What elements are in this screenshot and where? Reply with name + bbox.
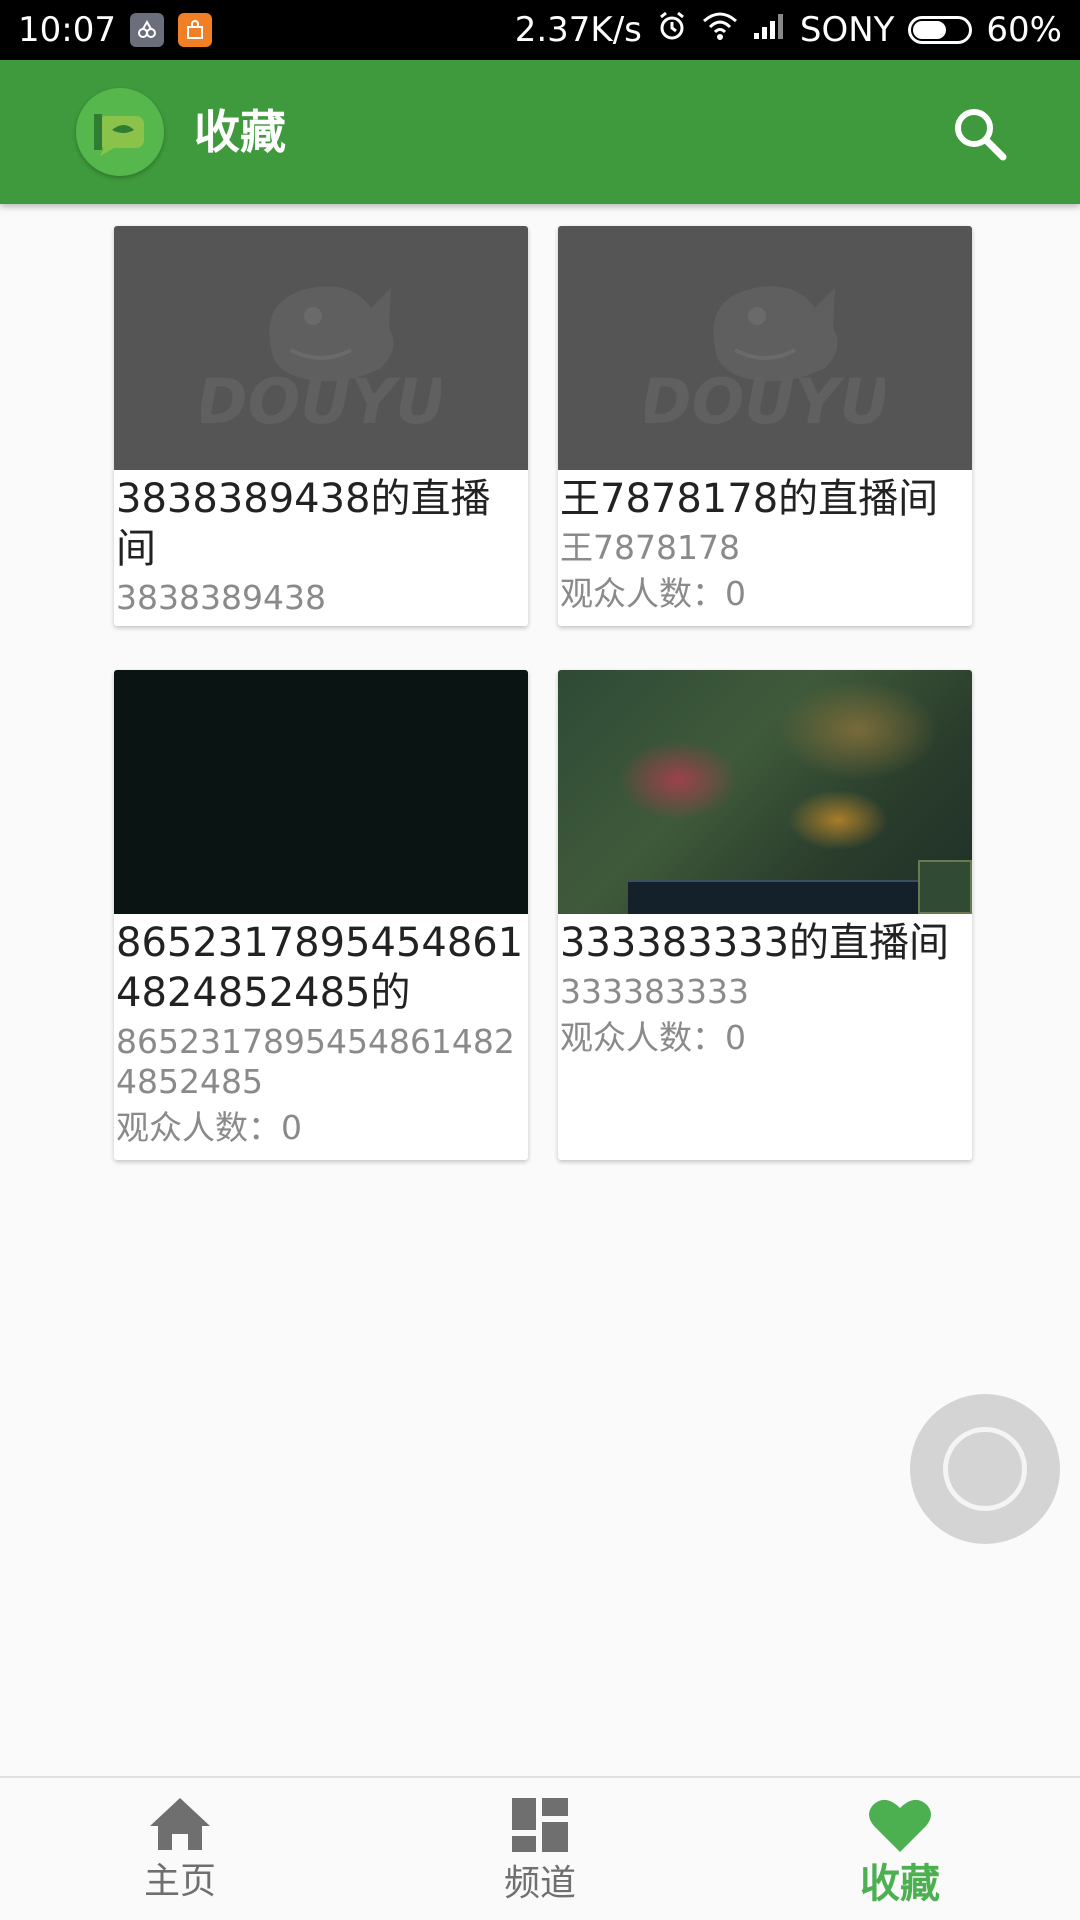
viewer-count: 观众人数：0 [560,1018,746,1057]
screen: 10:07 2.37K/s SONY 60% 收藏 DOUYU 38383894… [0,0,1080,1920]
home-icon [150,1798,210,1850]
search-button[interactable] [948,102,1012,166]
status-bar: 10:07 2.37K/s SONY 60% [0,0,1080,60]
alarm-icon [656,10,688,51]
app-logo-icon[interactable] [76,88,164,176]
nav-label: 频道 [503,1863,576,1904]
app-badge-icon [129,13,164,47]
stream-thumbnail: DOUYU [558,226,972,470]
douyu-watermark: DOUYU [201,365,441,438]
stream-title: 3838389438的直播间 [116,476,491,572]
viewer-count: 观众人数：0 [560,574,746,613]
stream-owner: 王7878178 [560,528,740,567]
stream-title: 王7878178的直播间 [560,476,939,522]
signal-icon [752,10,786,50]
stream-card[interactable]: DOUYU 王7878178的直播间 王7878178 观众人数：0 [558,226,972,626]
wifi-icon [702,10,738,50]
stream-owner: 333383333 [560,972,749,1011]
stream-thumbnail [114,670,528,914]
stream-title: 333383333的直播间 [560,920,950,966]
heart-icon [869,1799,931,1852]
nav-item-favorites[interactable]: 收藏 [720,1778,1080,1920]
stream-thumbnail: DOUYU [114,226,528,470]
page-title: 收藏 [194,105,286,159]
stream-card[interactable]: DOUYU 3838389438的直播间 3838389438 观众人数：0 [114,226,528,626]
game-hud [628,880,918,914]
grid-icon [512,1798,568,1852]
bottom-nav: 主页 频道 收藏 [0,1776,1080,1920]
app-bar: 收藏 [0,60,1080,204]
stream-title: 86523178954548614824852485的 [116,920,524,1016]
net-speed: 2.37K/s [514,10,642,50]
nav-label: 主页 [143,1861,216,1902]
nav-item-home[interactable]: 主页 [0,1778,360,1920]
viewer-count: 观众人数：0 [114,618,528,626]
douyu-logo-icon: DOUYU [645,286,885,438]
stream-thumbnail [558,670,972,914]
stream-owner: 3838389438 [116,578,326,617]
battery-percent: 60% [986,10,1062,50]
game-minimap [918,860,972,914]
nav-label: 收藏 [860,1861,940,1907]
mi-store-icon [177,13,212,47]
stream-card[interactable]: 86523178954548614824852485的 865231789545… [114,670,528,1160]
battery-icon [908,16,973,44]
carrier-name: SONY [799,10,895,50]
douyu-watermark: DOUYU [645,365,885,438]
nav-item-channels[interactable]: 频道 [360,1778,720,1920]
viewer-count: 观众人数：0 [116,1108,302,1147]
search-icon [955,109,1007,161]
status-time: 10:07 [18,10,116,50]
stream-card[interactable]: 333383333的直播间 333383333 观众人数：0 [558,670,972,1160]
assistive-touch-button[interactable] [910,1394,1060,1544]
douyu-logo-icon: DOUYU [201,286,441,438]
assistive-ring-icon [943,1427,1027,1511]
stream-owner: 86523178954548614824852485 [116,1022,515,1101]
